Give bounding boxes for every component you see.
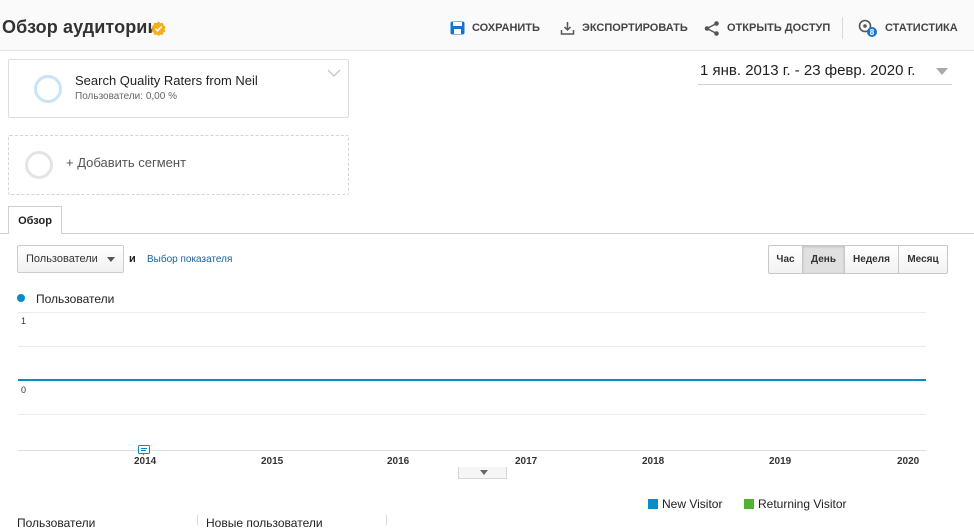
legend-new-visitor-swatch bbox=[648, 499, 658, 509]
x-tick-label: 2017 bbox=[515, 456, 538, 467]
x-tick-label: 2014 bbox=[134, 456, 157, 467]
x-tick-label: 2019 bbox=[769, 456, 792, 467]
caret-down-icon bbox=[480, 470, 488, 475]
x-tick-label: 2015 bbox=[261, 456, 284, 467]
legend-returning-visitor-label: Returning Visitor bbox=[758, 497, 847, 511]
table-header-users: Пользователи bbox=[17, 516, 96, 530]
x-tick-label: 2018 bbox=[642, 456, 665, 467]
table-header-new-users: Новые пользователи bbox=[206, 516, 323, 530]
x-axis-line bbox=[18, 450, 926, 451]
column-divider bbox=[197, 515, 198, 525]
legend-new-visitor-label: New Visitor bbox=[662, 497, 723, 511]
x-tick-label: 2016 bbox=[387, 456, 410, 467]
legend-returning-visitor-swatch bbox=[744, 499, 754, 509]
x-tick-label: 2020 bbox=[897, 456, 920, 467]
chart-collapse-handle[interactable] bbox=[458, 467, 507, 479]
column-divider bbox=[386, 515, 387, 525]
tab-overview[interactable]: Обзор bbox=[8, 206, 62, 234]
annotation-icon[interactable] bbox=[138, 445, 150, 456]
